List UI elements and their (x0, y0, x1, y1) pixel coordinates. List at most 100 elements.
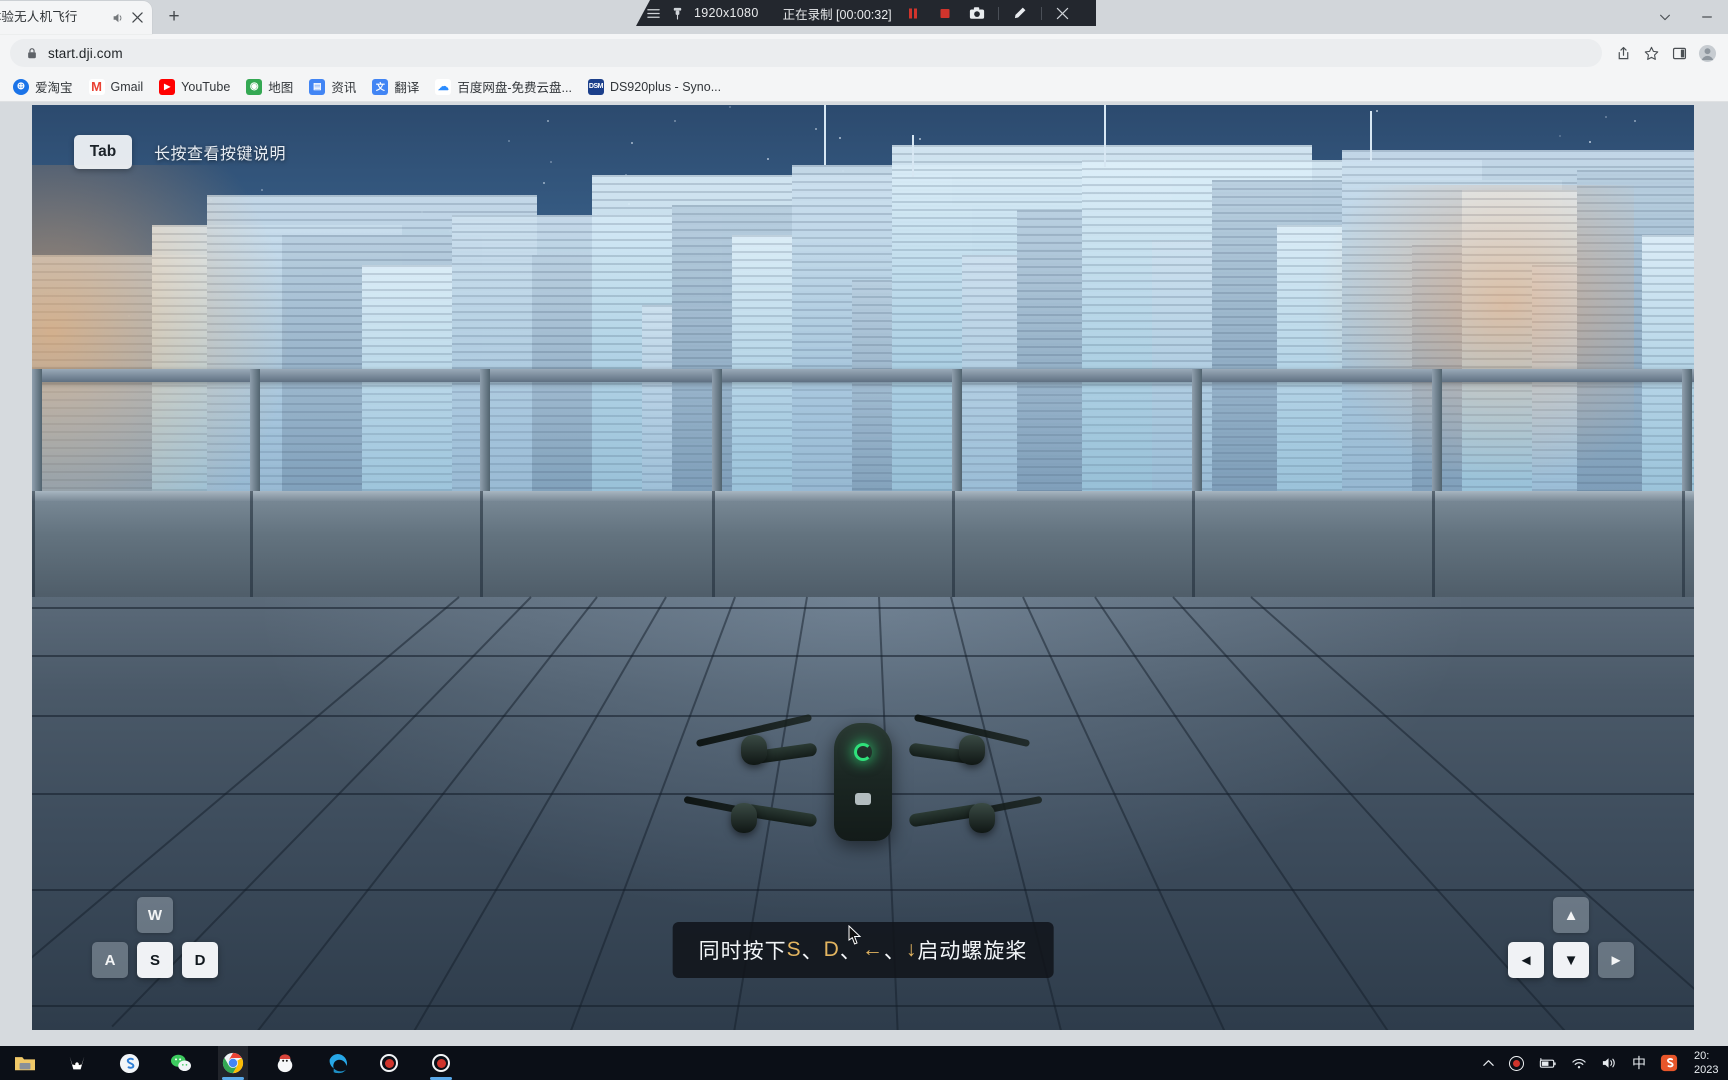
bookmark-label: DS920plus - Syno... (610, 80, 721, 94)
key-arrow-left[interactable]: ◄ (1508, 942, 1544, 978)
railing-top-bar (32, 369, 1694, 382)
bookmark-label: 资讯 (331, 77, 356, 96)
minimize-icon[interactable] (1694, 4, 1720, 30)
bookmark-label: 地图 (268, 77, 293, 96)
gmail-icon: M (89, 79, 105, 95)
key-arrow-down[interactable]: ▼ (1553, 942, 1589, 978)
tab-title: 网体验无人机飞行 (0, 1, 110, 34)
bookmark-label: 爱淘宝 (35, 77, 73, 96)
mouse-cursor (848, 925, 862, 945)
speaker-icon[interactable] (110, 10, 126, 26)
close-icon[interactable] (1052, 2, 1074, 24)
key-arrow-up[interactable]: ▲ (1553, 897, 1589, 933)
maps-icon: ◉ (246, 79, 262, 95)
key-tab[interactable]: Tab (74, 135, 132, 169)
clock-time: 20: (1694, 1049, 1709, 1063)
instruction-banner: 同时按下 S 、 D 、 ← 、 ↓ 启动螺旋桨 (673, 922, 1054, 978)
banner-sep-1: 、 (802, 935, 824, 965)
qq-icon[interactable] (270, 1046, 300, 1080)
edge-icon[interactable] (322, 1046, 352, 1080)
browser-tab-active[interactable]: 网体验无人机飞行 (0, 1, 152, 34)
key-s[interactable]: S (137, 942, 173, 978)
bookmark-item[interactable]: ☁ 百度网盘-免费云盘... (428, 74, 579, 99)
recording-resolution: 1920x1080 (694, 6, 759, 20)
recorder-icon[interactable] (374, 1046, 404, 1080)
key-a[interactable]: A (92, 942, 128, 978)
motor-front-right (959, 735, 985, 765)
banner-key-left: ← (862, 938, 884, 962)
chevron-down-icon[interactable] (1652, 4, 1678, 30)
tabstrip-controls (1652, 0, 1728, 34)
drone-camera-icon (855, 793, 871, 805)
motor-rear-left (731, 803, 757, 833)
system-tray: 中 20: 2023 (1482, 1046, 1728, 1080)
globe-icon: ⊕ (13, 79, 29, 95)
ime-icon[interactable]: 中 (1632, 1053, 1646, 1073)
sogou-ime-icon[interactable] (1660, 1054, 1678, 1072)
wifi-icon[interactable] (1571, 1057, 1587, 1070)
close-icon[interactable] (128, 9, 146, 27)
profile-avatar-icon[interactable] (1694, 40, 1720, 66)
pencil-icon[interactable] (1009, 2, 1031, 24)
translate-icon: 文 (372, 79, 388, 95)
pause-icon[interactable] (902, 2, 924, 24)
bookmark-label: 翻译 (394, 77, 419, 96)
hamburger-menu-icon[interactable] (646, 6, 661, 21)
tab-hint: Tab 长按查看按键说明 (74, 135, 286, 169)
windows-taskbar: 中 20: 2023 (0, 1046, 1728, 1080)
stop-icon[interactable] (934, 2, 956, 24)
baidu-pan-icon: ☁ (435, 79, 451, 95)
drone-model (693, 705, 1033, 865)
chevron-up-icon[interactable] (1482, 1057, 1495, 1070)
toolbar-divider (1041, 7, 1042, 20)
recording-status: 正在录制 [00:00:32] (783, 4, 892, 23)
foobar2000-icon[interactable] (62, 1046, 92, 1080)
arrow-top-row: ▲ (1553, 897, 1634, 933)
bookmark-item[interactable]: ▤ 资讯 (302, 74, 363, 99)
banner-key-d: D (824, 938, 840, 962)
taskbar-apps (0, 1046, 456, 1080)
pin-icon[interactable] (671, 6, 684, 20)
url-text: start.dji.com (48, 46, 123, 61)
bookmark-item[interactable]: ▶ YouTube (152, 76, 237, 98)
chrome-icon[interactable] (218, 1046, 248, 1080)
sogou-browser-icon[interactable] (114, 1046, 144, 1080)
parapet-cap (32, 491, 1694, 501)
key-arrow-right[interactable]: ► (1598, 942, 1634, 978)
wechat-icon[interactable] (166, 1046, 196, 1080)
bookmark-label: 百度网盘-免费云盘... (457, 77, 572, 96)
camera-icon[interactable] (966, 2, 988, 24)
address-bar[interactable]: start.dji.com (10, 39, 1602, 67)
key-d[interactable]: D (182, 942, 218, 978)
dji-flight-simulator-viewport[interactable]: Tab 长按查看按键说明 W A S D ▲ ◄ ▼ ► 同时按下 S 、 D … (32, 105, 1694, 1030)
bookmark-item[interactable]: ⊕ 爱淘宝 (6, 74, 80, 99)
bookmark-label: YouTube (181, 80, 230, 94)
motor-rear-right (969, 803, 995, 833)
key-w[interactable]: W (137, 897, 173, 933)
motor-front-left (741, 735, 767, 765)
wasd-bottom-row: A S D (92, 942, 218, 978)
star-icon[interactable] (1638, 40, 1664, 66)
battery-icon[interactable] (1538, 1057, 1557, 1070)
browser-toolbar: start.dji.com (0, 34, 1728, 72)
side-panel-icon[interactable] (1666, 40, 1692, 66)
arrow-bottom-row: ◄ ▼ ► (1508, 942, 1634, 978)
tab-hint-label: 长按查看按键说明 (154, 140, 286, 164)
bookmark-item[interactable]: DSM DS920plus - Syno... (581, 76, 728, 98)
taskbar-clock[interactable]: 20: 2023 (1692, 1049, 1722, 1077)
bookmark-item[interactable]: ◉ 地图 (239, 74, 300, 99)
volume-icon[interactable] (1601, 1056, 1618, 1070)
drone-body (834, 723, 892, 841)
share-icon[interactable] (1610, 40, 1636, 66)
new-tab-button[interactable]: + (160, 3, 188, 31)
lock-icon (24, 45, 40, 61)
bookmark-item[interactable]: M Gmail (82, 76, 151, 98)
recorder-2-icon[interactable] (426, 1046, 456, 1080)
screen: 网体验无人机飞行 + (0, 0, 1728, 1080)
screen-recorder-toolbar: 1920x1080 正在录制 [00:00:32] (636, 0, 1096, 26)
file-explorer-icon[interactable] (10, 1046, 40, 1080)
clock-date: 2023 (1694, 1063, 1718, 1077)
record-indicator-icon[interactable] (1509, 1056, 1524, 1071)
synology-icon: DSM (588, 79, 604, 95)
bookmark-item[interactable]: 文 翻译 (365, 74, 426, 99)
